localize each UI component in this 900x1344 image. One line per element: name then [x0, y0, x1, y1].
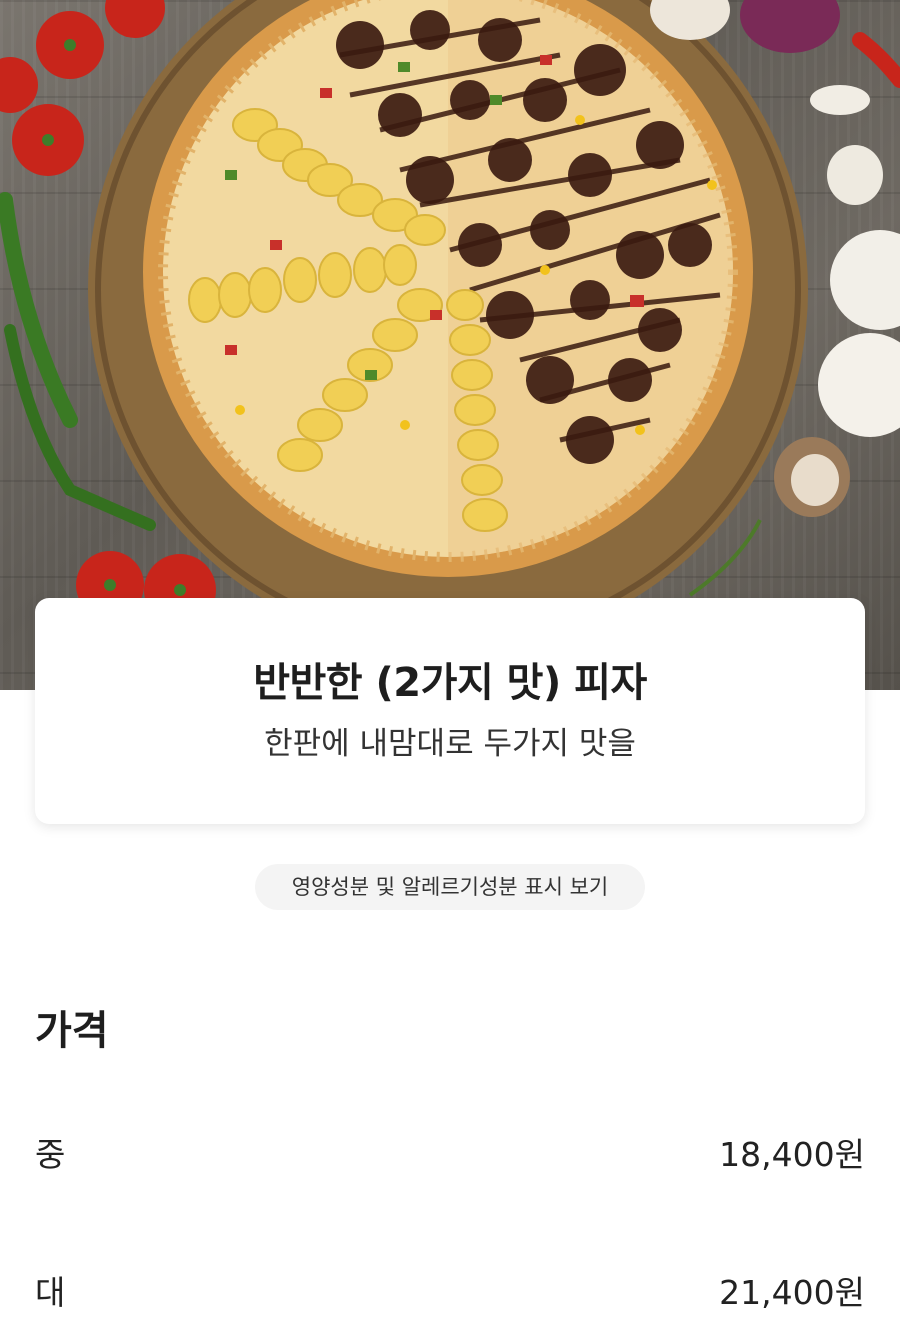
green-pepper — [0, 192, 78, 428]
price-size-label: 중 — [35, 1135, 66, 1174]
product-title: 반반한 (2가지 맛) 피자 — [253, 660, 647, 706]
price-size-label: 대 — [35, 1273, 66, 1312]
pizza-illustration — [0, 0, 900, 650]
price-row-medium: 중 18,400원 — [35, 1118, 865, 1178]
price-row-large: 대 21,400원 — [35, 1256, 865, 1316]
price-amount: 21,400원 — [719, 1273, 865, 1312]
price-amount: 18,400원 — [719, 1135, 865, 1174]
nutrition-allergen-button[interactable]: 영양성분 및 알레르기성분 표시 보기 — [255, 864, 645, 910]
product-hero-image — [0, 0, 900, 690]
product-info-card: 반반한 (2가지 맛) 피자 한판에 내맘대로 두가지 맛을 — [35, 598, 865, 824]
price-heading: 가격 — [35, 1008, 109, 1054]
product-subtitle: 한판에 내맘대로 두가지 맛을 — [264, 726, 636, 762]
